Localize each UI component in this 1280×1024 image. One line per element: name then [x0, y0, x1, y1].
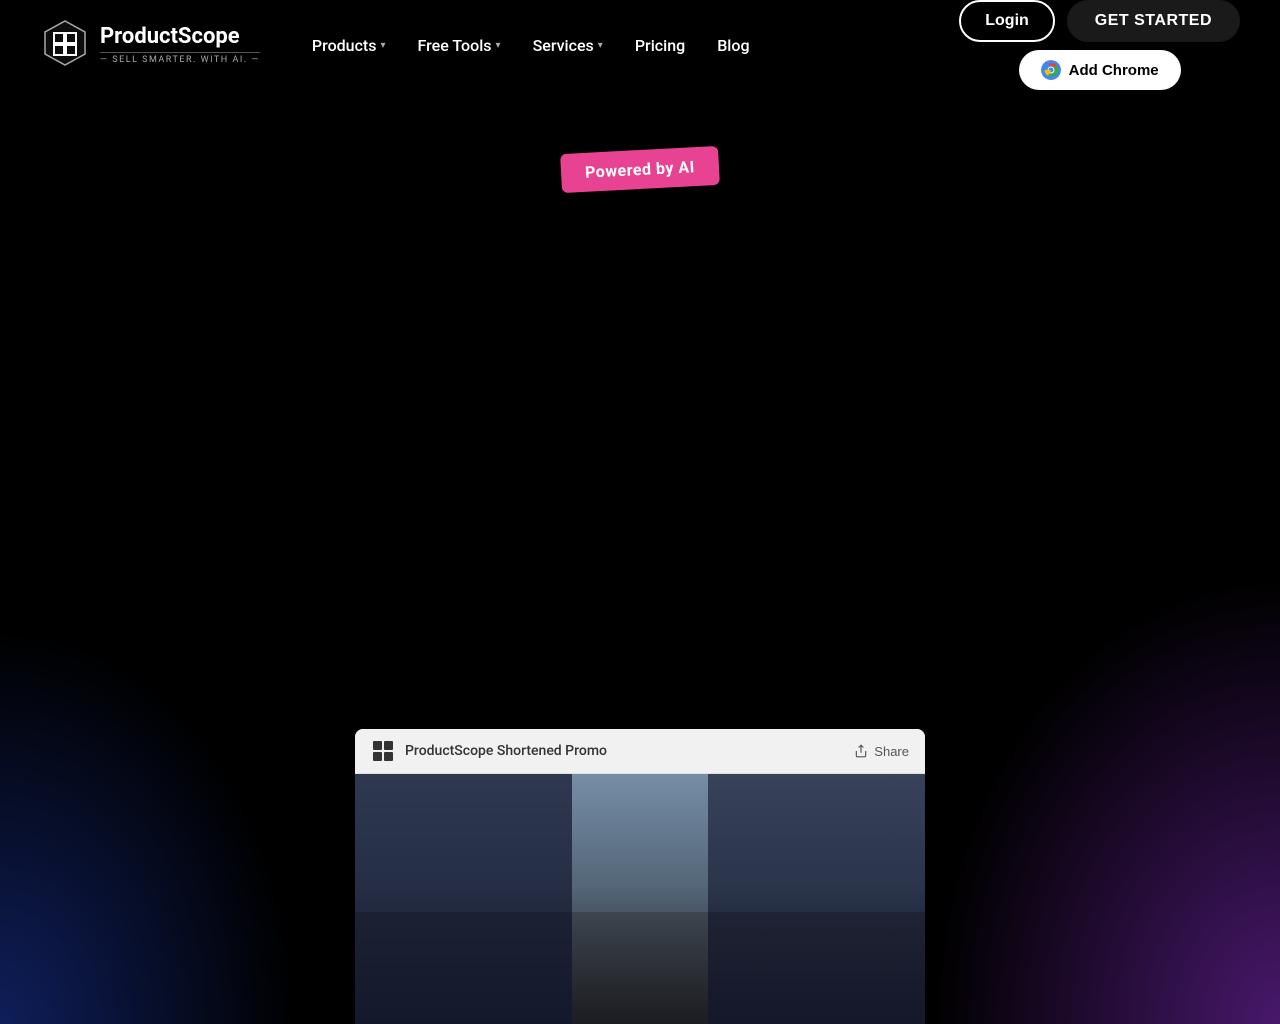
video-frame: ProductScope Shortened Promo Share: [355, 729, 925, 1024]
nav-links: Products ▾ Free Tools ▾ Services ▾ Prici…: [300, 28, 762, 63]
navbar-left: ProductScope — SELL SMARTER. WITH AI. — …: [40, 18, 762, 73]
background-glow-left: [0, 624, 300, 1024]
logo-name: ProductScope: [100, 25, 260, 49]
nav-products[interactable]: Products ▾: [300, 28, 398, 63]
video-thumb-image: [355, 774, 925, 1024]
video-container: ProductScope Shortened Promo Share: [355, 729, 925, 1024]
add-chrome-button[interactable]: Add Chrome: [1019, 50, 1181, 90]
logo-tagline: — SELL SMARTER. WITH AI. —: [100, 52, 260, 65]
video-header-left: ProductScope Shortened Promo: [371, 739, 607, 763]
products-chevron-icon: ▾: [381, 40, 386, 51]
navbar: ProductScope — SELL SMARTER. WITH AI. — …: [0, 0, 1280, 90]
navbar-right: Login GET STARTED Add Chrome: [959, 0, 1240, 90]
nav-free-tools[interactable]: Free Tools ▾: [406, 28, 513, 63]
navbar-right-bottom-row: Add Chrome: [1019, 50, 1181, 90]
video-thumbnail[interactable]: [355, 774, 925, 1024]
free-tools-chevron-icon: ▾: [496, 40, 501, 51]
logo-text: ProductScope — SELL SMARTER. WITH AI. —: [100, 25, 260, 64]
login-button[interactable]: Login: [959, 0, 1055, 42]
logo-icon: [40, 18, 90, 73]
hero-content: Powered by AI: [561, 130, 719, 189]
chrome-icon: [1041, 60, 1061, 80]
nav-pricing[interactable]: Pricing: [623, 28, 697, 63]
get-started-button[interactable]: GET STARTED: [1067, 0, 1240, 42]
navbar-right-top-row: Login GET STARTED: [959, 0, 1240, 42]
video-header: ProductScope Shortened Promo Share: [355, 729, 925, 774]
logo[interactable]: ProductScope — SELL SMARTER. WITH AI. —: [40, 18, 260, 73]
video-logo-small-icon: [371, 739, 395, 763]
video-share-button[interactable]: Share: [854, 744, 909, 759]
share-icon: [854, 744, 868, 758]
add-chrome-label: Add Chrome: [1069, 62, 1159, 79]
background-glow-right: [930, 574, 1280, 1024]
powered-badge: Powered by AI: [560, 146, 720, 193]
video-title: ProductScope Shortened Promo: [405, 743, 607, 759]
nav-blog[interactable]: Blog: [705, 28, 761, 63]
hero-area: Powered by AI: [0, 130, 1280, 189]
services-chevron-icon: ▾: [598, 40, 603, 51]
nav-services[interactable]: Services ▾: [521, 28, 615, 63]
